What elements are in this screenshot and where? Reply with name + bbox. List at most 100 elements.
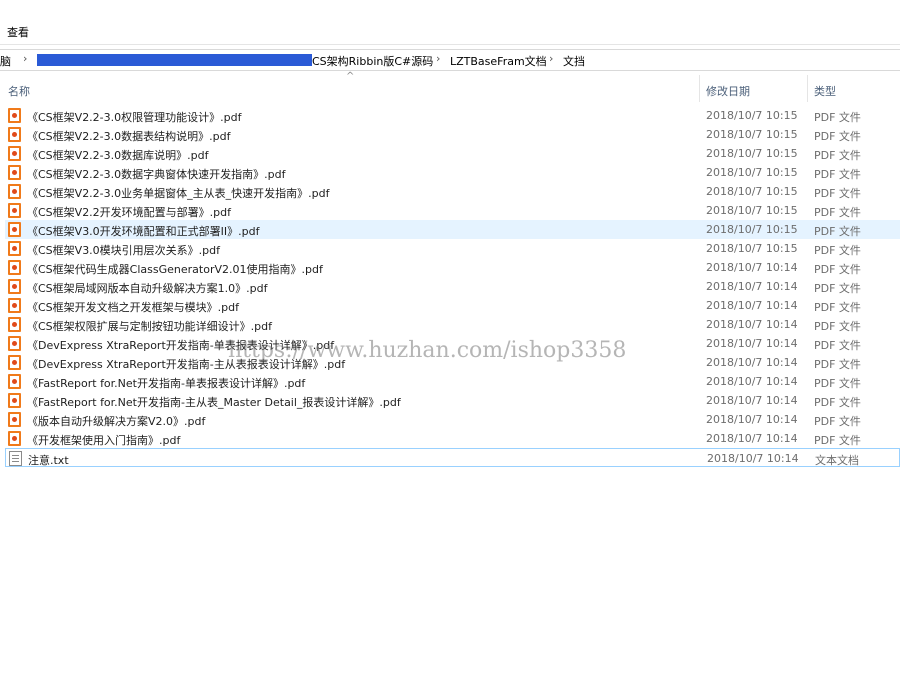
file-name: 《DevExpress XtraReport开发指南-单表报表设计详解》.pdf [27,339,335,352]
file-type: PDF 文件 [814,206,861,219]
file-type: PDF 文件 [814,282,861,295]
breadcrumb-item[interactable]: CS架构Ribbin版C#源码 [312,53,433,69]
file-row[interactable]: 《CS框架V3.0开发环境配置和正式部署II》.pdf 2018/10/7 10… [5,220,900,239]
pdf-file-icon [8,412,21,427]
file-row[interactable]: 《CS框架代码生成器ClassGeneratorV2.01使用指南》.pdf 2… [5,258,900,277]
file-date: 2018/10/7 10:15 [706,223,798,236]
pdf-file-icon [8,431,21,446]
pdf-file-icon [8,222,21,237]
file-date: 2018/10/7 10:14 [706,318,798,331]
file-type: PDF 文件 [814,225,861,238]
file-row[interactable]: 《CS框架V2.2-3.0权限管理功能设计》.pdf 2018/10/7 10:… [5,106,900,125]
file-type: PDF 文件 [814,377,861,390]
pdf-file-icon [8,127,21,142]
file-date: 2018/10/7 10:14 [706,356,798,369]
text-file-icon [9,451,22,466]
file-type: PDF 文件 [814,320,861,333]
file-name: 《FastReport for.Net开发指南-单表报表设计详解》.pdf [27,377,306,390]
breadcrumb-item[interactable]: 文挡 [563,53,585,69]
file-row[interactable]: 《CS框架权限扩展与定制按钮功能详细设计》.pdf 2018/10/7 10:1… [5,315,900,334]
view-menu[interactable]: 查看 [7,24,29,40]
file-name: 《FastReport for.Net开发指南-主从表_Master Detai… [27,396,401,409]
file-name: 《CS框架V2.2-3.0权限管理功能设计》.pdf [27,111,242,124]
file-row[interactable]: 《DevExpress XtraReport开发指南-主从表报表设计详解》.pd… [5,353,900,372]
file-row[interactable]: 《CS框架V3.0模块引用层次关系》.pdf 2018/10/7 10:15 P… [5,239,900,258]
pdf-file-icon [8,241,21,256]
file-type: PDF 文件 [814,358,861,371]
pdf-file-icon [8,317,21,332]
file-date: 2018/10/7 10:14 [706,299,798,312]
file-date: 2018/10/7 10:15 [706,185,798,198]
file-type: PDF 文件 [814,263,861,276]
file-type: PDF 文件 [814,168,861,181]
file-name: 《CS框架V2.2-3.0数据字典窗体快速开发指南》.pdf [27,168,286,181]
file-row[interactable]: 《FastReport for.Net开发指南-主从表_Master Detai… [5,391,900,410]
file-name: 《CS框架局域网版本自动升级解决方案1.0》.pdf [27,282,268,295]
file-name: 《CS框架代码生成器ClassGeneratorV2.01使用指南》.pdf [27,263,323,276]
pdf-file-icon [8,184,21,199]
pdf-file-icon [8,146,21,161]
file-date: 2018/10/7 10:14 [706,280,798,293]
file-date: 2018/10/7 10:15 [706,147,798,160]
file-name: 注意.txt [28,454,69,467]
file-type: 文本文档 [815,454,859,467]
file-row[interactable]: 《CS框架V2.2-3.0数据表结构说明》.pdf 2018/10/7 10:1… [5,125,900,144]
file-row[interactable]: 《CS框架V2.2-3.0业务单据窗体_主从表_快速开发指南》.pdf 2018… [5,182,900,201]
file-date: 2018/10/7 10:14 [707,452,799,465]
column-header-name[interactable]: 名称 [8,83,30,99]
file-date: 2018/10/7 10:14 [706,394,798,407]
column-header-type[interactable]: 类型 [814,83,836,99]
file-row[interactable]: 《CS框架V2.2-3.0数据字典窗体快速开发指南》.pdf 2018/10/7… [5,163,900,182]
file-type: PDF 文件 [814,339,861,352]
chevron-right-icon[interactable]: › [436,52,440,65]
file-row[interactable]: 《FastReport for.Net开发指南-单表报表设计详解》.pdf 20… [5,372,900,391]
file-name: 《版本自动升级解决方案V2.0》.pdf [27,415,206,428]
file-type: PDF 文件 [814,187,861,200]
file-row[interactable]: 《版本自动升级解决方案V2.0》.pdf 2018/10/7 10:14 PDF… [5,410,900,429]
file-row[interactable]: 《CS框架局域网版本自动升级解决方案1.0》.pdf 2018/10/7 10:… [5,277,900,296]
column-divider[interactable] [807,75,808,102]
file-name: 《CS框架V2.2-3.0业务单据窗体_主从表_快速开发指南》.pdf [27,187,330,200]
file-type: PDF 文件 [814,415,861,428]
pdf-file-icon [8,165,21,180]
file-row[interactable]: 《开发框架使用入门指南》.pdf 2018/10/7 10:14 PDF 文件 [5,429,900,448]
address-bar[interactable]: 脑 › CS架构Ribbin版C#源码 › LZTBaseFram文档 › 文挡 [0,49,900,71]
breadcrumb-item[interactable]: LZTBaseFram文档 [450,53,547,69]
breadcrumb-root[interactable]: 脑 [0,53,11,69]
file-type: PDF 文件 [814,149,861,162]
pdf-file-icon [8,279,21,294]
file-row[interactable]: 注意.txt 2018/10/7 10:14 文本文档 [5,448,900,467]
file-type: PDF 文件 [814,434,861,447]
chevron-right-icon[interactable]: › [549,52,553,65]
file-date: 2018/10/7 10:15 [706,242,798,255]
file-date: 2018/10/7 10:14 [706,375,798,388]
file-type: PDF 文件 [814,111,861,124]
file-row[interactable]: 《CS框架V2.2开发环境配置与部署》.pdf 2018/10/7 10:15 … [5,201,900,220]
column-header-modified[interactable]: 修改日期 [706,83,750,99]
file-type: PDF 文件 [814,396,861,409]
file-date: 2018/10/7 10:15 [706,109,798,122]
file-name: 《CS框架权限扩展与定制按钮功能详细设计》.pdf [27,320,272,333]
file-name: 《CS框架V3.0模块引用层次关系》.pdf [27,244,221,257]
file-date: 2018/10/7 10:15 [706,166,798,179]
file-date: 2018/10/7 10:14 [706,261,798,274]
file-date: 2018/10/7 10:14 [706,337,798,350]
pdf-file-icon [8,374,21,389]
chevron-right-icon[interactable]: › [23,52,27,65]
file-row[interactable]: 《CS框架开发文档之开发框架与模块》.pdf 2018/10/7 10:14 P… [5,296,900,315]
file-name: 《CS框架V2.2开发环境配置与部署》.pdf [27,206,232,219]
column-header-row: ^ 名称 修改日期 类型 [0,71,900,102]
file-date: 2018/10/7 10:15 [706,204,798,217]
file-name: 《CS框架V3.0开发环境配置和正式部署II》.pdf [27,225,260,238]
pdf-file-icon [8,393,21,408]
pdf-file-icon [8,355,21,370]
file-name: 《CS框架开发文档之开发框架与模块》.pdf [27,301,239,314]
file-type: PDF 文件 [814,130,861,143]
pdf-file-icon [8,336,21,351]
file-row[interactable]: 《DevExpress XtraReport开发指南-单表报表设计详解》.pdf… [5,334,900,353]
pdf-file-icon [8,108,21,123]
file-row[interactable]: 《CS框架V2.2-3.0数据库说明》.pdf 2018/10/7 10:15 … [5,144,900,163]
file-date: 2018/10/7 10:14 [706,413,798,426]
file-name: 《CS框架V2.2-3.0数据库说明》.pdf [27,149,209,162]
column-divider[interactable] [699,75,700,102]
